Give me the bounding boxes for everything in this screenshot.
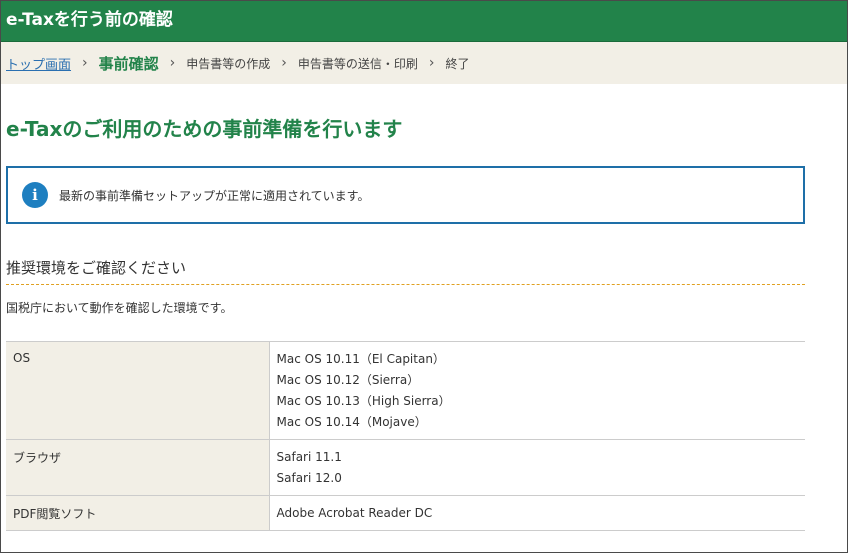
chevron-right-icon: › — [281, 55, 287, 71]
breadcrumb-step-create: 申告書等の作成 — [186, 56, 271, 71]
breadcrumb-top-link[interactable]: トップ画面 — [6, 54, 71, 73]
title-bar: e-Taxを行う前の確認 — [1, 1, 847, 42]
table-cell-value: Mac OS 10.13（High Sierra） — [276, 394, 451, 408]
table-row: PDF閲覧ソフト Adobe Acrobat Reader DC — [6, 495, 805, 531]
breadcrumb-current-step: 事前確認 — [98, 54, 159, 73]
breadcrumb-step-send-print: 申告書等の送信・印刷 — [297, 56, 418, 71]
table-row-values: Mac OS 10.11（El Capitan） Mac OS 10.12（Si… — [269, 341, 805, 440]
chevron-right-icon: › — [169, 55, 176, 71]
table-row-values: Safari 11.1 Safari 12.0 — [269, 439, 805, 496]
section-divider — [6, 284, 805, 285]
table-row: ブラウザ Safari 11.1 Safari 12.0 — [6, 439, 805, 496]
table-cell-value: Safari 12.0 — [276, 471, 342, 485]
info-message-box: i 最新の事前準備セットアップが正常に適用されています。 — [6, 166, 805, 224]
breadcrumb: トップ画面 › 事前確認 › 申告書等の作成 › 申告書等の送信・印刷 › 終了 — [1, 42, 847, 84]
table-cell-value: Mac OS 10.11（El Capitan） — [276, 352, 445, 366]
table-cell-value: Mac OS 10.14（Mojave） — [276, 415, 427, 429]
info-icon: i — [22, 182, 48, 208]
chevron-right-icon: › — [82, 55, 88, 71]
chevron-right-icon: › — [428, 55, 435, 71]
breadcrumb-step-finish: 終了 — [445, 56, 470, 71]
info-message-text: 最新の事前準備セットアップが正常に適用されています。 — [59, 188, 370, 203]
table-cell-value: Mac OS 10.12（Sierra） — [276, 373, 420, 387]
page-title-bar-text: e-Taxを行う前の確認 — [6, 10, 173, 30]
table-cell-value: Adobe Acrobat Reader DC — [276, 506, 433, 520]
section-description: 国税庁において動作を確認した環境です。 — [6, 301, 233, 315]
table-row-values: Adobe Acrobat Reader DC — [269, 495, 805, 531]
section-heading: 推奨環境をご確認ください — [6, 259, 187, 277]
browser-frame: e-Taxを行う前の確認 トップ画面 › 事前確認 › 申告書等の作成 › 申告… — [0, 0, 848, 553]
table-cell-value: Safari 11.1 — [276, 450, 342, 464]
page-heading: e-Taxのご利用のための事前準備を行います — [6, 117, 403, 141]
table-row-label: ブラウザ — [6, 439, 270, 496]
table-row-label: PDF閲覧ソフト — [6, 495, 270, 531]
table-row-label: OS — [6, 341, 270, 440]
recommended-environment-table: OS Mac OS 10.11（El Capitan） Mac OS 10.12… — [6, 341, 805, 531]
table-row: OS Mac OS 10.11（El Capitan） Mac OS 10.12… — [6, 341, 805, 440]
